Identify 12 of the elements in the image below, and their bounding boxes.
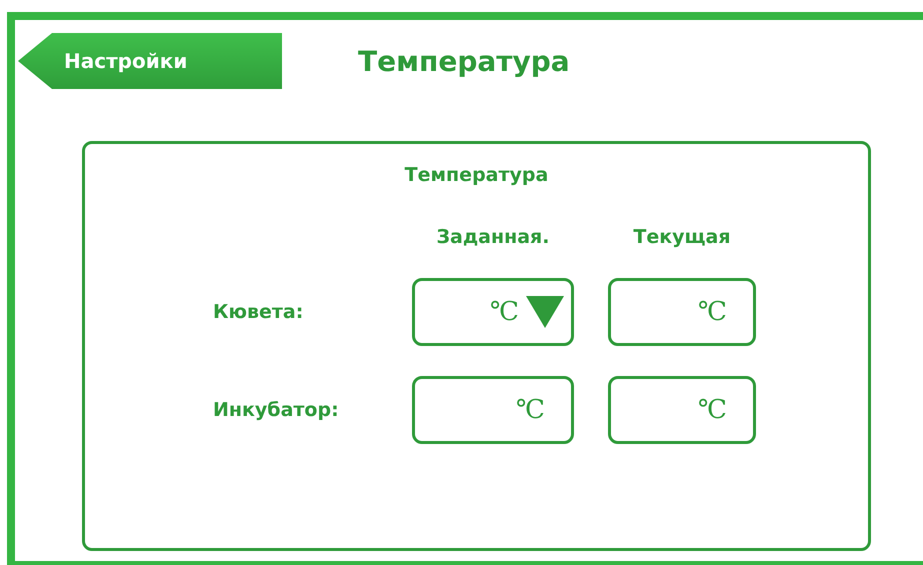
column-header: Заданная. [436,226,550,248]
temperature-field[interactable]: ℃ [608,376,756,444]
page-title: Температура [358,44,570,78]
row-label: Инкубатор: [213,399,340,421]
temperature-field[interactable]: ℃ [608,278,756,346]
temperature-field[interactable]: ℃ [412,376,574,444]
back-button[interactable]: Настройки [18,33,282,89]
temperature-dropdown[interactable]: ℃ [412,278,574,346]
dropdown-arrow-icon [525,295,565,329]
column-header: Текущая [632,226,732,248]
row-label: Кювета: [213,301,304,323]
panel-title: Температура [404,164,548,186]
